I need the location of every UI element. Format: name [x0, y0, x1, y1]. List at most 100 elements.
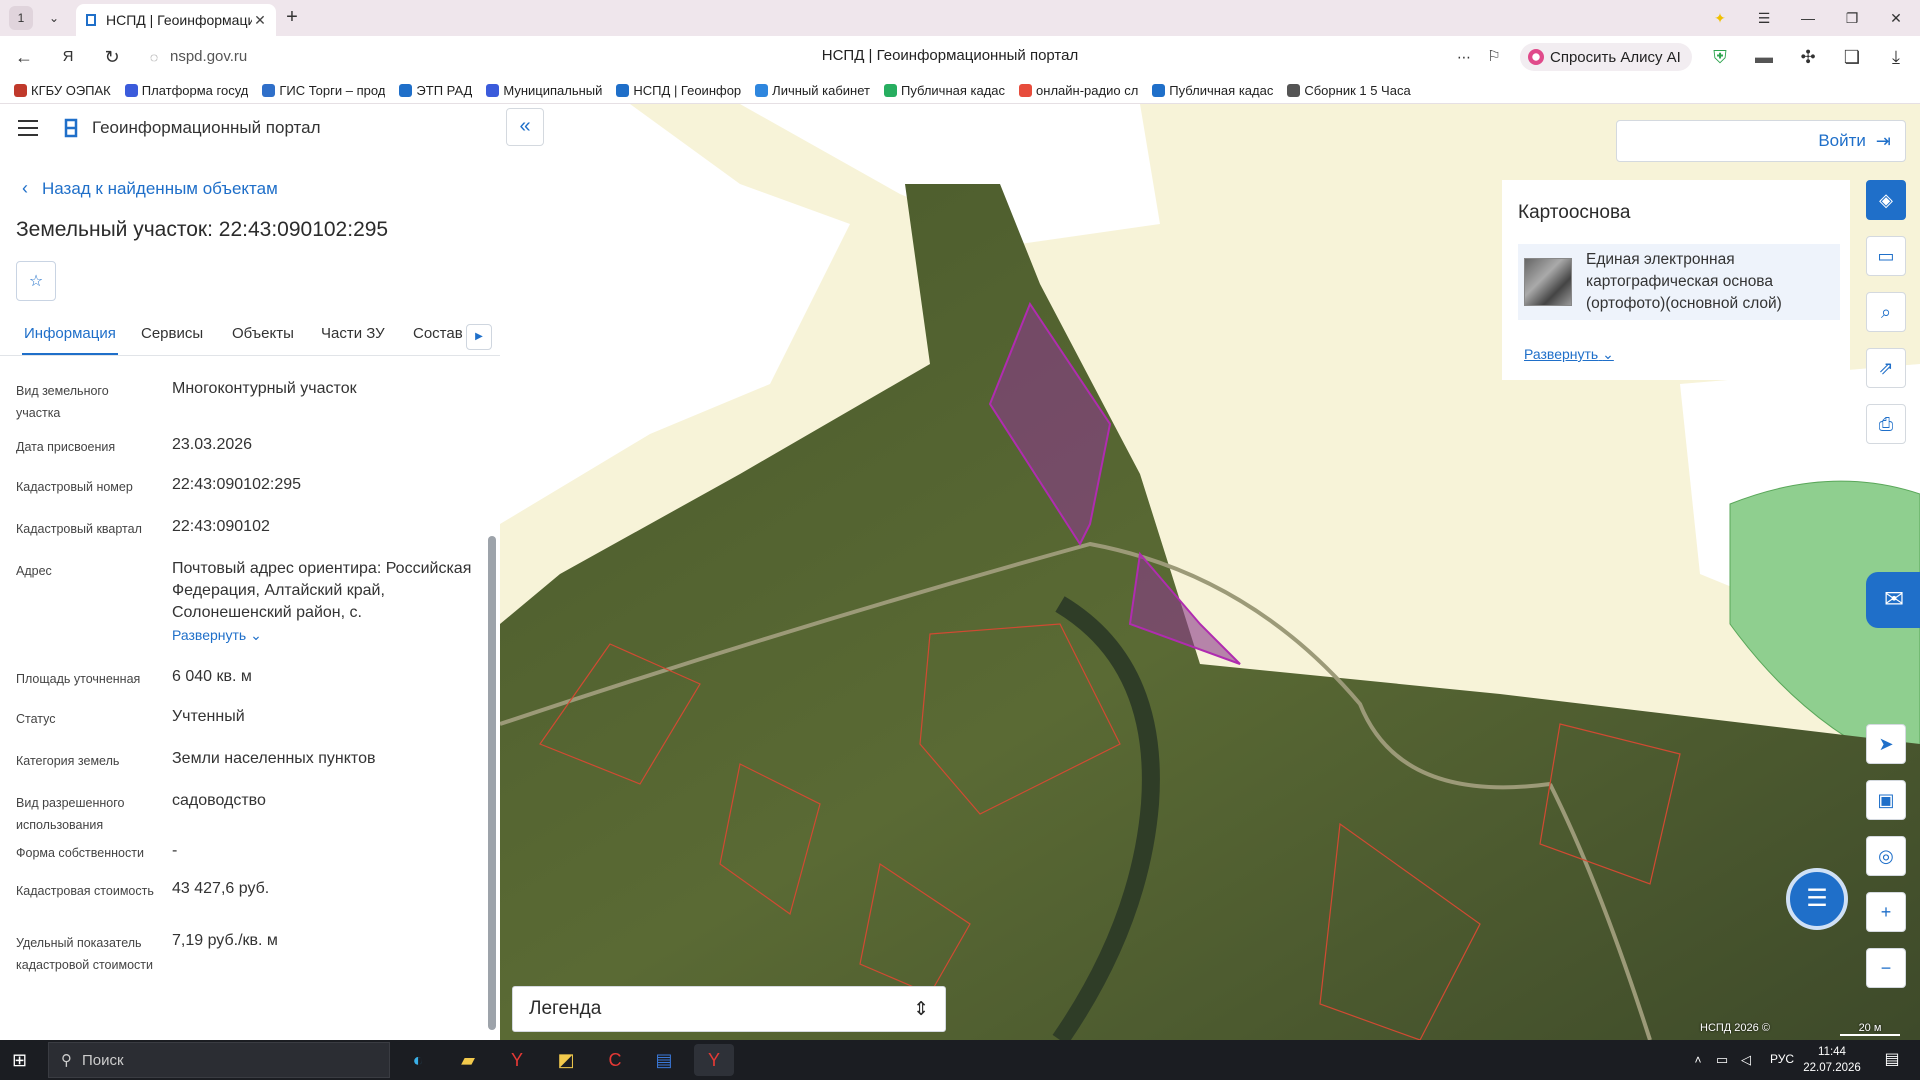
save-app-icon[interactable]: ▤: [644, 1044, 684, 1076]
chevron-down-icon[interactable]: ⌄: [42, 6, 66, 30]
alice-button[interactable]: Спросить Алису AI: [1520, 43, 1692, 71]
property-label: Вид земельного участка: [16, 384, 109, 420]
edge-icon[interactable]: ◐: [398, 1044, 438, 1076]
layers-button[interactable]: ◈: [1866, 180, 1906, 220]
minimap-button[interactable]: ▣: [1866, 780, 1906, 820]
bookmark-item[interactable]: Личный кабинет: [755, 83, 870, 98]
taskbar-search[interactable]: ⚲ Поиск: [48, 1042, 390, 1078]
minimize-button[interactable]: —: [1796, 6, 1820, 30]
bookmark-item[interactable]: Публичная кадас: [883, 83, 1006, 98]
back-link-label: Назад к найденным объектам: [42, 178, 278, 198]
expand-address-link[interactable]: Развернуть ⌄: [172, 624, 472, 646]
security-icon[interactable]: ◌: [142, 45, 166, 69]
login-button[interactable]: Войти ⇥: [1616, 120, 1906, 162]
bookmark-item[interactable]: Сборник 1 5 Часа: [1287, 83, 1411, 98]
menu-icon[interactable]: ☰: [1752, 6, 1776, 30]
zoom-in-button[interactable]: +: [1866, 892, 1906, 932]
app-icon[interactable]: ◩: [546, 1044, 586, 1076]
info-tabs: Информация Сервисы Объекты Части ЗУ Сост…: [0, 312, 500, 356]
volume-icon[interactable]: ◁: [1734, 1044, 1758, 1076]
restore-button[interactable]: ❐: [1840, 6, 1864, 30]
address-value: Почтовый адрес ориентира: Российская Фед…: [172, 560, 472, 621]
network-icon[interactable]: ▭: [1710, 1044, 1734, 1076]
folder-icon[interactable]: ▰: [448, 1044, 488, 1076]
property-value: Учтенный: [172, 708, 245, 725]
back-arrow-icon[interactable]: ←: [12, 45, 36, 69]
property-value: Многоконтурный участок: [172, 380, 357, 397]
print-button[interactable]: ⎙: [1866, 404, 1906, 444]
tray-up-icon[interactable]: ˄: [1688, 1044, 1708, 1076]
reload-icon[interactable]: ↻: [100, 45, 124, 69]
tab-information[interactable]: Информация: [22, 325, 118, 355]
more-icon[interactable]: ⋯: [1452, 45, 1476, 69]
extension-icon[interactable]: ▬: [1752, 45, 1776, 69]
tab-services[interactable]: Сервисы: [141, 325, 203, 342]
bookmark-item[interactable]: Платформа госуд: [124, 83, 248, 98]
language-indicator[interactable]: РУС: [1770, 1052, 1794, 1066]
map-copyright: НСПД 2026 ©: [1700, 1022, 1770, 1034]
browser-window: 1 ⌄ НСПД | Геоинформаци ✕ + ✦ ☰ — ❐ ✕ ← …: [0, 0, 1920, 1040]
navigation-arrow-icon: ➤: [1878, 734, 1894, 754]
tabs-scroll-right-button[interactable]: ▶: [466, 324, 492, 350]
favorite-button[interactable]: ☆: [16, 261, 56, 301]
bookmark-favicon-icon: [1287, 84, 1301, 97]
app-c-icon[interactable]: C: [595, 1044, 635, 1076]
bookmark-item[interactable]: Муниципальный: [486, 83, 602, 98]
yandex-browser-active-icon[interactable]: Y: [694, 1044, 734, 1076]
active-tab[interactable]: НСПД | Геоинформаци ✕: [76, 4, 276, 36]
property-value: 43 427,6 руб.: [172, 880, 270, 897]
chat-icon: ✉: [1883, 586, 1905, 613]
tab-count-badge[interactable]: 1: [9, 6, 33, 30]
bookmark-label: ЭТП РАД: [416, 83, 473, 98]
property-label: Адрес: [16, 564, 52, 578]
feedback-tab[interactable]: ✉: [1866, 572, 1920, 628]
chat-assistant-button[interactable]: ☰: [1786, 868, 1848, 930]
tab-objects[interactable]: Объекты: [232, 325, 294, 342]
yandex-icon[interactable]: Я: [56, 45, 80, 69]
shield-icon[interactable]: ⛨: [1708, 45, 1732, 69]
tab-parts[interactable]: Части ЗУ: [321, 325, 385, 342]
bookmark-label: Публичная кадас: [900, 83, 1006, 98]
notifications-icon[interactable]: ▤: [1872, 1044, 1912, 1076]
hamburger-menu-icon[interactable]: [18, 120, 38, 136]
bookmark-item[interactable]: онлайн-радио сл: [1019, 83, 1138, 98]
url-field[interactable]: nspd.gov.ru: [170, 48, 247, 65]
property-label: Удельный показатель кадастровой стоимост…: [16, 936, 153, 972]
panel-scrollbar[interactable]: [488, 364, 496, 1040]
bookmark-item[interactable]: ГИС Торги – прод: [262, 83, 385, 98]
bookmark-item[interactable]: КГБУ ОЭПАК: [14, 83, 111, 98]
share-button[interactable]: ⇗: [1866, 348, 1906, 388]
close-icon[interactable]: ✕: [252, 12, 268, 29]
new-tab-button[interactable]: +: [282, 7, 302, 28]
bookmark-item[interactable]: НСПД | Геоинфор: [616, 83, 741, 98]
sparkle-icon[interactable]: ✦: [1708, 6, 1732, 30]
select-area-button[interactable]: ⌕: [1866, 292, 1906, 332]
bookmark-item[interactable]: Публичная кадас: [1152, 83, 1273, 98]
bookmark-favicon-icon: [14, 84, 27, 97]
bookmark-icon[interactable]: ⚐: [1482, 45, 1506, 69]
chevron-down-icon: ⌄: [250, 627, 262, 643]
scrollbar-thumb[interactable]: [488, 536, 496, 1030]
layers-icon: ◈: [1879, 190, 1893, 210]
basemap-layer-item[interactable]: Единая электронная картографическая осно…: [1518, 244, 1840, 320]
scale-bar: 20 м: [1840, 1022, 1900, 1036]
basemap-expand-link[interactable]: Развернуть ⌄: [1524, 346, 1614, 363]
legend-dropdown[interactable]: Легенда ⇕: [512, 986, 946, 1032]
clock[interactable]: 11:44 22.07.2026: [1796, 1044, 1868, 1076]
geolocation-button[interactable]: ◎: [1866, 836, 1906, 876]
windows-start-icon[interactable]: ⊞: [12, 1050, 32, 1070]
back-to-results-link[interactable]: ‹ Назад к найденным объектам: [22, 178, 278, 199]
bookmark-item[interactable]: ЭТП РАД: [399, 83, 472, 98]
tab-composition[interactable]: Состав: [413, 325, 463, 342]
zoom-out-button[interactable]: −: [1866, 948, 1906, 988]
basemap-panel: Картооснова Единая электронная картограф…: [1502, 180, 1850, 380]
download-icon[interactable]: ⤓: [1884, 45, 1908, 69]
yandex-browser-icon[interactable]: Y: [497, 1044, 537, 1076]
close-window-button[interactable]: ✕: [1884, 6, 1908, 30]
puzzle-icon[interactable]: ✣: [1796, 45, 1820, 69]
measure-button[interactable]: ▭: [1866, 236, 1906, 276]
collections-icon[interactable]: ❏: [1840, 45, 1864, 69]
collapse-panel-button[interactable]: «: [506, 108, 544, 146]
locate-button[interactable]: ➤: [1866, 724, 1906, 764]
basemap-thumbnail: [1524, 258, 1572, 306]
